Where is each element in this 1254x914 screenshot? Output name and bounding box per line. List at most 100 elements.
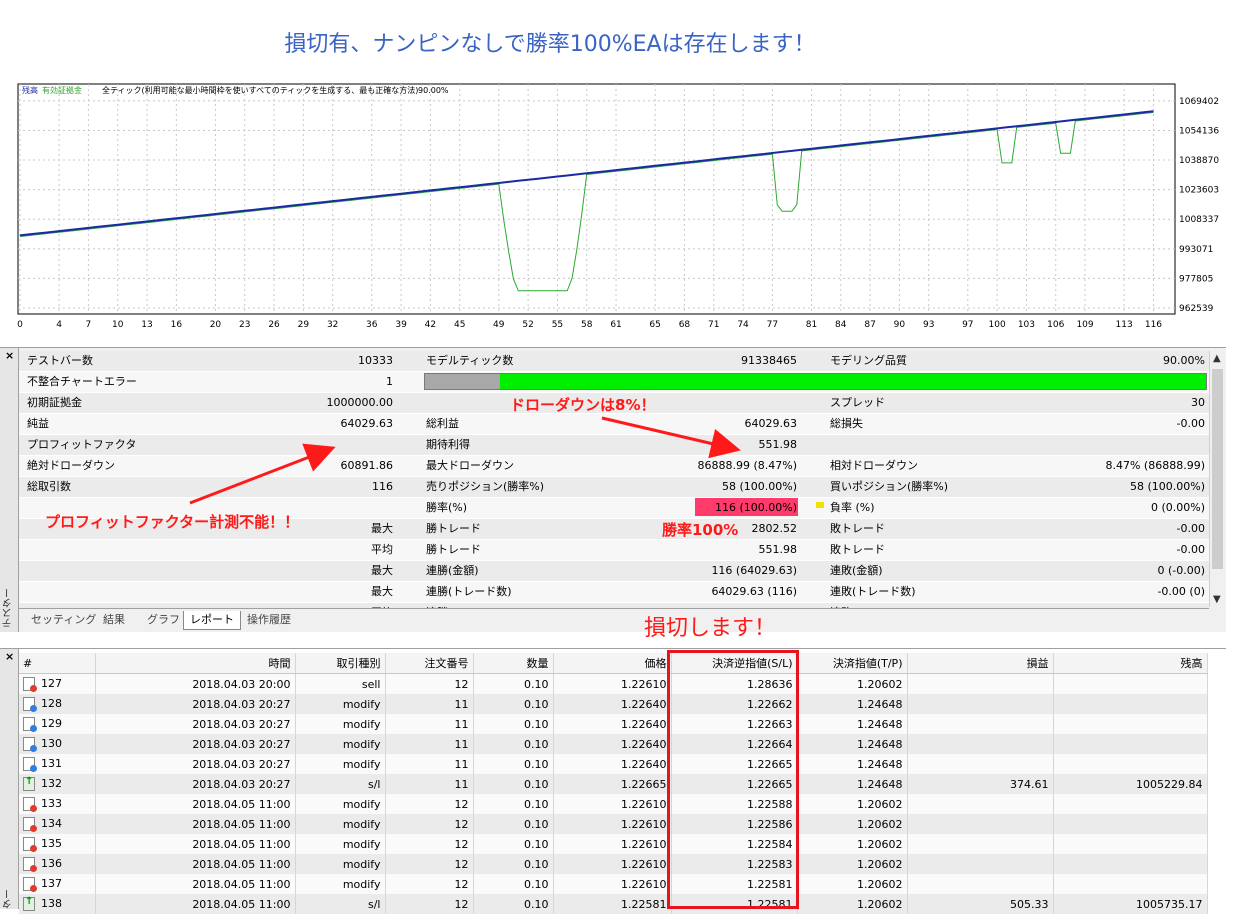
stats-row: 平均 勝トレード 551.98 敗トレード -0.00 <box>19 540 1209 561</box>
table-row[interactable]: 1322018.04.03 20:27s/l110.101.226651.226… <box>19 774 1208 794</box>
table-cell: 131 <box>19 754 96 774</box>
column-header[interactable]: 決済指値(T/P) <box>797 653 908 674</box>
table-row[interactable]: 135 2018.04.05 11:00 modify 12 0.10 1.22610 1.… <box>19 834 1208 854</box>
stat-label: 初期証拠金 <box>27 396 82 409</box>
y-tick-label: 977805 <box>1179 274 1213 284</box>
table-row[interactable]: 137 2018.04.05 11:00 modify 12 0.10 1.22610 1.… <box>19 874 1208 894</box>
column-header[interactable]: 損益 <box>907 653 1054 674</box>
table-cell: 2018.04.05 11:00 <box>95 834 296 854</box>
stat-value: 0 (0.00%) <box>1150 501 1205 514</box>
table-cell: 12 <box>385 894 474 914</box>
tester-panel: × テスター テストバー数 10333 モデルティック数 91338465 モデリング品… <box>0 347 1226 632</box>
table-row[interactable]: 130 2018.04.03 20:27 modify 11 0.10 1.22640 1.… <box>19 734 1208 754</box>
tab-settings[interactable]: セッティング <box>25 611 102 629</box>
scroll-up-icon[interactable]: ▲ <box>1213 353 1221 364</box>
y-tick-label: 962539 <box>1179 304 1214 314</box>
column-header[interactable]: # <box>19 653 96 674</box>
column-header[interactable]: 残高 <box>1053 653 1208 674</box>
stat-value: 116 (64029.63) <box>711 564 797 577</box>
stat-value: 58 (100.00%) <box>721 480 797 493</box>
table-row[interactable]: 129 2018.04.03 20:27 modify 11 0.10 1.22640 1.… <box>19 714 1208 734</box>
stats-row: テストバー数 10333 モデルティック数 91338465 モデリング品質 90.00% <box>19 351 1209 372</box>
table-cell: 0.10 <box>473 834 554 854</box>
x-tick-label: 71 <box>708 320 719 330</box>
stat-label: 連勝(金額) <box>426 564 479 577</box>
tester-tabs: セッティング 結果 グラフ レポート 操作履歴 <box>19 608 1209 631</box>
table-row[interactable]: 1382018.04.05 11:00s/l120.101.225811.225… <box>19 894 1208 914</box>
table-cell: 0.10 <box>473 794 554 814</box>
sell-order-icon <box>23 837 37 852</box>
table-cell <box>1053 694 1208 714</box>
tab-graph[interactable]: グラフ <box>141 611 186 629</box>
stat-value: 64029.63 (116) <box>711 585 797 598</box>
table-cell: 11 <box>385 694 474 714</box>
table-row[interactable]: 136 2018.04.05 11:00 modify 12 0.10 1.22610 1.… <box>19 854 1208 874</box>
stoploss-order-icon <box>23 776 35 791</box>
table-cell <box>1053 714 1208 734</box>
x-tick-label: 100 <box>989 320 1006 330</box>
tab-report[interactable]: レポート <box>183 611 241 630</box>
stat-value: 1000000.00 <box>326 396 393 409</box>
table-cell: modify <box>295 834 386 854</box>
stat-label: モデリング品質 <box>830 354 907 367</box>
table-cell: 11 <box>385 774 474 794</box>
column-header[interactable]: 時間 <box>95 653 296 674</box>
report-scrollbar[interactable]: ▲ ▼ <box>1209 351 1226 607</box>
order-number: 136 <box>41 857 62 870</box>
sell-order-icon <box>23 857 37 872</box>
table-cell <box>907 714 1054 734</box>
stats-row: 最大 連勝(金額) 116 (64029.63) 連敗(金額) 0 (-0.00) <box>19 561 1209 582</box>
legend-quality: 90.00% <box>418 86 449 95</box>
column-header[interactable]: 注文番号 <box>385 653 474 674</box>
table-cell: s/l <box>295 774 386 794</box>
table-row[interactable]: 128 2018.04.03 20:27 modify 11 0.10 1.22640 1.… <box>19 694 1208 714</box>
table-cell <box>907 754 1054 774</box>
tab-results[interactable]: 結果 <box>97 611 131 629</box>
table-cell: 128 <box>19 694 96 714</box>
orders-table: # 時間 取引種別 注文番号 数量 価格 決済逆指値(S/L) 決済指値(T/P) 損益 残高 1… <box>19 653 1208 914</box>
scroll-thumb[interactable] <box>1212 369 1223 569</box>
table-cell: 0.10 <box>473 894 554 914</box>
table-cell: 1.22581 <box>553 894 672 914</box>
stat-value: 最大 <box>371 522 393 535</box>
table-cell: 1.20602 <box>797 673 908 694</box>
order-number: 127 <box>41 677 62 690</box>
x-tick-label: 29 <box>298 320 310 330</box>
table-cell <box>907 734 1054 754</box>
stat-label: 不整合チャートエラー <box>27 375 137 388</box>
column-header[interactable]: 価格 <box>553 653 672 674</box>
tester-sidebar: × テスター <box>0 348 19 632</box>
table-cell <box>907 834 1054 854</box>
x-tick-label: 84 <box>835 320 847 330</box>
table-cell <box>907 794 1054 814</box>
close-icon[interactable]: × <box>5 349 14 362</box>
modify-order-icon <box>23 737 37 752</box>
chart-plot-area <box>17 83 1176 315</box>
scroll-down-icon[interactable]: ▼ <box>1213 594 1221 605</box>
stat-value: 最大 <box>371 564 393 577</box>
table-cell <box>907 874 1054 894</box>
close-icon[interactable]: × <box>5 650 14 663</box>
column-header[interactable]: 取引種別 <box>295 653 386 674</box>
annotation-profit-factor: プロフィットファクター計測不能！！ <box>45 513 300 531</box>
table-cell: 1.20602 <box>797 874 908 894</box>
table-cell: 1.22640 <box>553 714 672 734</box>
stat-value: 64029.63 <box>744 417 798 430</box>
stat-label: 絶対ドローダウン <box>27 459 115 472</box>
modeling-quality-bar <box>424 373 1207 390</box>
column-header[interactable]: 数量 <box>473 653 554 674</box>
table-cell: 127 <box>19 673 96 694</box>
stat-label: 連敗(トレード数) <box>830 585 916 598</box>
table-row[interactable]: 133 2018.04.05 11:00 modify 12 0.10 1.22610 1.… <box>19 794 1208 814</box>
order-number: 132 <box>41 777 62 790</box>
table-row[interactable]: 127 2018.04.03 20:00 sell 12 0.10 1.22610 1.28… <box>19 673 1208 694</box>
x-tick-label: 106 <box>1047 320 1064 330</box>
table-row[interactable]: 131 2018.04.03 20:27 modify 11 0.10 1.22640 1.… <box>19 754 1208 774</box>
table-cell: 1.20602 <box>797 834 908 854</box>
table-cell <box>907 854 1054 874</box>
journal-panel: × ター # 時間 取引種別 注文番号 数量 価格 決済逆指値(S/L) 決済指値(T/P) 損… <box>0 648 1226 914</box>
tab-history[interactable]: 操作履歴 <box>241 611 297 629</box>
table-cell: 129 <box>19 714 96 734</box>
table-row[interactable]: 134 2018.04.05 11:00 modify 12 0.10 1.22610 1.… <box>19 814 1208 834</box>
x-tick-label: 7 <box>86 320 92 330</box>
